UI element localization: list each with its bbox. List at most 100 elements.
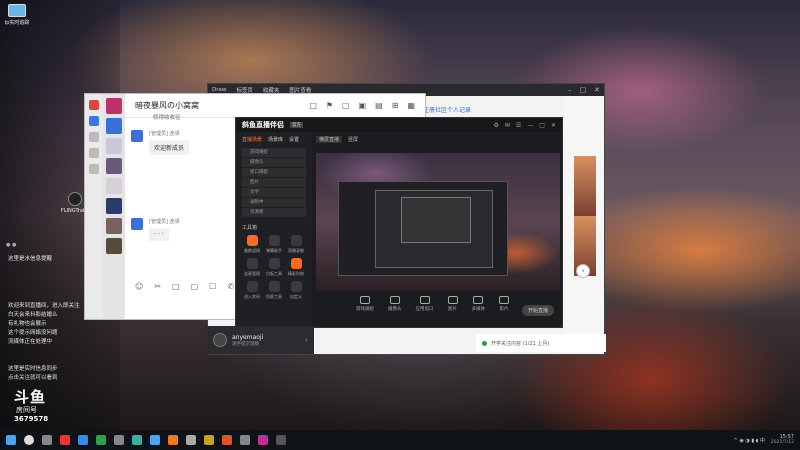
toolbar-icon[interactable]: ⊞ xyxy=(392,101,399,110)
app-icon[interactable] xyxy=(258,435,268,445)
app-icon[interactable] xyxy=(150,435,160,445)
app-icon[interactable] xyxy=(204,435,214,445)
scene-item[interactable]: 摄像头 xyxy=(242,158,306,167)
avatar[interactable] xyxy=(131,218,143,230)
source-button[interactable]: 摄像头 xyxy=(388,296,402,324)
desktop-shortcut-label: Ip实时追踪 xyxy=(4,20,30,26)
tool-button[interactable]: 投屏工具 xyxy=(264,281,284,300)
browser-link[interactable]: 注册社区个人记录 xyxy=(423,105,471,114)
tool-button[interactable]: 直播录制 xyxy=(286,235,306,254)
message-icon[interactable] xyxy=(89,116,99,126)
contacts-icon[interactable] xyxy=(89,132,99,142)
mail-icon[interactable]: ✉ xyxy=(505,122,510,129)
tab-portrait[interactable]: 竖屏 xyxy=(348,136,358,143)
folder-icon[interactable]: □ xyxy=(172,282,180,291)
tab-library[interactable]: 场景库 xyxy=(268,136,283,143)
search-icon[interactable] xyxy=(24,435,34,445)
minimize-icon[interactable]: – xyxy=(568,86,572,94)
tab-scenes[interactable]: 直播场景 xyxy=(242,136,262,143)
toolbar-icon[interactable]: □ xyxy=(309,101,317,110)
toolbar-icon[interactable]: ▦ xyxy=(407,101,415,110)
tool-button[interactable]: 白板工具 xyxy=(264,258,284,277)
app-icon[interactable] xyxy=(78,435,88,445)
conversation-item[interactable] xyxy=(106,98,122,114)
source-button[interactable]: 影片 xyxy=(499,296,509,324)
conversation-item[interactable] xyxy=(106,218,122,234)
conversation-item[interactable] xyxy=(106,198,122,214)
browser-icon[interactable] xyxy=(168,435,178,445)
clock[interactable]: 15:57 2021/7/12 xyxy=(771,434,794,446)
app-icon[interactable] xyxy=(60,435,70,445)
conversation-item[interactable] xyxy=(106,118,122,134)
stream-preview[interactable] xyxy=(316,153,560,291)
conversation-item[interactable] xyxy=(106,138,122,154)
minimize-icon[interactable]: — xyxy=(527,122,533,129)
tab-landscape[interactable]: 横屏直播 xyxy=(316,136,343,143)
source-button[interactable]: 图片 xyxy=(447,296,458,324)
chat-title[interactable]: 暗夜暴风の小窝窝 xyxy=(135,100,199,111)
scene-tabs: 直播场景 场景库 设置 xyxy=(236,132,312,147)
app-icon[interactable] xyxy=(114,435,124,445)
conversation-item[interactable] xyxy=(106,238,122,254)
tool-button[interactable]: 精彩时刻 xyxy=(286,258,306,277)
desktop-shortcut[interactable]: Ip实时追踪 xyxy=(4,4,30,26)
toolbar-icon[interactable]: ⚑ xyxy=(326,101,333,110)
scene-item[interactable]: 窗口捕捉 xyxy=(242,168,306,177)
toolbar-icon[interactable]: ▤ xyxy=(375,101,383,110)
scene-item[interactable]: 图片 xyxy=(242,178,306,187)
message-bubble: 欢迎新成员 xyxy=(149,140,190,155)
conversation-item[interactable] xyxy=(106,178,122,194)
maximize-icon[interactable]: □ xyxy=(580,86,587,94)
tray-icons[interactable]: ^ ◉ ◑ ▮ ◖ 中 xyxy=(734,437,765,444)
scene-item[interactable]: 资源库 xyxy=(242,208,306,217)
avatar[interactable] xyxy=(89,100,99,110)
scene-item[interactable]: 录制中 xyxy=(242,198,306,207)
maximize-icon[interactable]: □ xyxy=(539,122,545,129)
close-icon[interactable]: ✕ xyxy=(594,86,600,94)
scene-item[interactable]: 游戏捕捉 xyxy=(242,148,306,157)
avatar[interactable] xyxy=(213,333,227,347)
tool-button[interactable]: 美颜滤镜 xyxy=(242,235,262,254)
toolbar-icon[interactable]: ▢ xyxy=(342,101,350,110)
close-icon[interactable]: ✕ xyxy=(551,122,556,129)
app-icon[interactable] xyxy=(240,435,250,445)
streaming-app-window[interactable]: 斜鱼直播伴侣 官方 ⚙ ✉ ☰ — □ ✕ 直播场景 场景库 设置 游戏捕捉 摄… xyxy=(235,117,563,329)
settings-icon[interactable]: ⚙ xyxy=(493,122,498,129)
window-controls[interactable]: – □ ✕ xyxy=(568,86,600,94)
wechat-icon[interactable] xyxy=(96,435,106,445)
nested-preview xyxy=(375,190,493,268)
tab-settings[interactable]: 设置 xyxy=(289,136,299,143)
source-button[interactable]: 应用窗口 xyxy=(416,296,434,324)
phone-icon[interactable]: ✆ xyxy=(227,282,234,291)
scene-item[interactable]: 文字 xyxy=(242,188,306,197)
source-button[interactable]: 多媒体 xyxy=(472,296,485,324)
tool-button[interactable]: 进入房间 xyxy=(242,281,262,300)
user-panel[interactable]: anyemaoji 源手提示观察 › xyxy=(207,326,314,354)
scissors-icon[interactable]: ✂ xyxy=(154,282,161,291)
window-controls: ⚙ ✉ ☰ — □ ✕ xyxy=(493,122,556,129)
start-icon[interactable] xyxy=(6,435,16,445)
toolbar-icon[interactable]: ▣ xyxy=(359,101,367,110)
app-icon[interactable] xyxy=(276,435,286,445)
tool-button[interactable]: 连麦管理 xyxy=(242,258,262,277)
app-icon[interactable] xyxy=(132,435,142,445)
emoji-icon[interactable]: ☺ xyxy=(135,282,143,291)
history-icon[interactable]: ☐ xyxy=(209,282,216,291)
tool-button[interactable]: 自定义 xyxy=(286,281,306,300)
avatar[interactable] xyxy=(131,130,143,142)
task-view-icon[interactable] xyxy=(42,435,52,445)
conversation-item[interactable] xyxy=(106,158,122,174)
app-icon[interactable] xyxy=(186,435,196,445)
chevron-right-icon[interactable]: › xyxy=(305,336,308,344)
image-icon[interactable]: ▢ xyxy=(191,282,199,291)
menu-icon[interactable]: ☰ xyxy=(516,122,521,129)
tool-button[interactable]: 弹幕助手 xyxy=(264,235,284,254)
cloud-icon[interactable] xyxy=(89,164,99,174)
next-arrow-button[interactable]: › xyxy=(576,264,590,278)
start-stream-button[interactable]: 开始直播 xyxy=(521,305,554,316)
source-button[interactable]: 游戏捕捉 xyxy=(356,296,374,324)
status-badge: 官方 xyxy=(290,122,303,128)
space-icon[interactable] xyxy=(89,148,99,158)
app-icon[interactable] xyxy=(222,435,232,445)
thumbnail-image[interactable] xyxy=(574,156,596,216)
